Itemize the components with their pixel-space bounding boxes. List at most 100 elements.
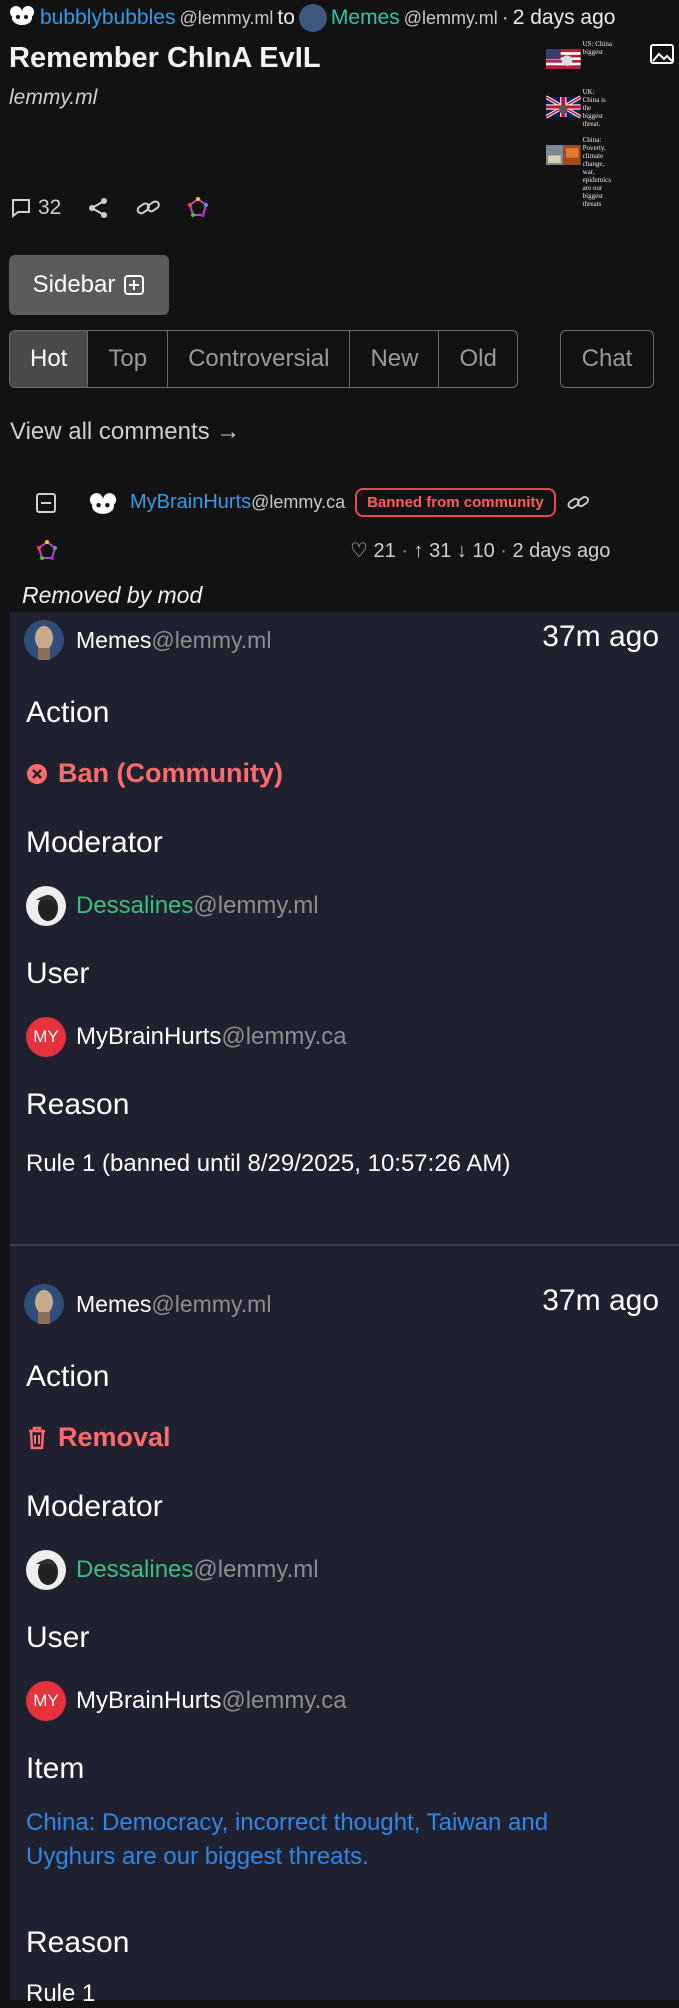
comment-stats-row: ♡ 21 · ↑ 31 ↓ 10 · 2 days ago [36, 538, 679, 566]
action-label: Action [26, 696, 110, 729]
to-word: to [277, 6, 295, 29]
user-instance: @lemmy.ca [221, 1023, 347, 1050]
action-value: Ban (Community) [26, 758, 283, 789]
user-name: MyBrainHurts [76, 1687, 222, 1714]
downvote-icon[interactable]: ↓ [457, 540, 467, 562]
community-name: Memes [76, 1290, 152, 1317]
downvote-count: 10 [472, 540, 495, 562]
thumbnail-panel: UK: China is the biggest threat. [546, 88, 612, 128]
sort-tab-new[interactable]: New [349, 331, 438, 387]
sort-tab-old[interactable]: Old [438, 331, 516, 387]
trash-icon [29, 1426, 45, 1449]
action-value: Removal [26, 1422, 171, 1453]
plus-square-icon [124, 275, 145, 295]
reason-value: Rule 1 (banned until 8/29/2025, 10:57:26… [26, 1150, 511, 1177]
upvote-count: 31 [429, 540, 452, 562]
entry-divider [10, 1244, 679, 1246]
moderator-name: Dessalines [76, 892, 194, 919]
creator-name-link[interactable]: bubblybubbles [40, 6, 175, 30]
sort-tab-top[interactable]: Top [87, 331, 167, 387]
creator-avatar-icon [8, 4, 36, 32]
user-name: MyBrainHurts [76, 1023, 222, 1050]
commenter-instance: @lemmy.ca [251, 492, 346, 512]
user-label: User [26, 957, 90, 990]
action-text: Ban (Community) [58, 758, 283, 788]
moderator-value[interactable]: Dessalines@lemmy.ml [26, 1550, 319, 1590]
commenter-name-link[interactable]: MyBrainHurts [130, 491, 251, 513]
post-actions: 32 [10, 196, 209, 220]
uk-flag-image [546, 95, 581, 119]
modlog-community[interactable]: Memes@lemmy.ml [24, 620, 271, 660]
comment-link-icon[interactable] [566, 492, 590, 514]
ban-icon [27, 763, 47, 784]
modlog-community[interactable]: Memes@lemmy.ml [24, 1284, 271, 1324]
item-link[interactable]: China: Democracy, incorrect thought, Tai… [26, 1806, 626, 1874]
user-avatar: MY [26, 1681, 66, 1721]
user-avatar: MY [26, 1017, 66, 1057]
community-instance: @lemmy.ml [151, 1290, 272, 1317]
user-value[interactable]: MY MyBrainHurts@lemmy.ca [26, 1681, 347, 1721]
post-time: 2 days ago [512, 6, 616, 29]
meta-separator: · [501, 6, 509, 29]
image-icon[interactable] [650, 42, 676, 71]
china-collage-image [546, 145, 581, 165]
user-label: User [26, 1621, 90, 1654]
action-text: Removal [58, 1422, 171, 1452]
comment-icon [12, 199, 30, 219]
thumb-caption-2: UK: China is the biggest threat. [582, 88, 606, 128]
moderator-value[interactable]: Dessalines@lemmy.ml [26, 886, 319, 926]
sort-tabs: Hot Top Controversial New Old [9, 330, 518, 388]
moderator-name: Dessalines [76, 1556, 194, 1583]
sidebar-button-label: Sidebar [32, 271, 116, 298]
modlog-time: 37m ago [542, 1284, 659, 1317]
sort-tab-hot[interactable]: Hot [10, 331, 88, 387]
chat-button[interactable]: Chat [560, 330, 654, 388]
moderator-label: Moderator [26, 1490, 163, 1523]
moderator-avatar-icon [26, 1550, 66, 1590]
thumbnail-panel: US: China biggest [546, 40, 612, 78]
user-instance: @lemmy.ca [221, 1687, 347, 1714]
moderator-instance: @lemmy.ml [193, 1556, 319, 1583]
removed-status: Removed by mod [22, 582, 203, 608]
us-flag-image [546, 49, 581, 69]
community-name-link[interactable]: Memes [331, 6, 400, 30]
meme-avatar-icon [24, 620, 64, 660]
modlog-time: 37m ago [542, 620, 659, 653]
collapse-icon[interactable] [36, 492, 56, 513]
fediverse-icon[interactable] [187, 197, 209, 219]
user-value[interactable]: MY MyBrainHurts@lemmy.ca [26, 1017, 347, 1057]
community-instance: @lemmy.ml [403, 7, 498, 28]
thumbnail-panel: China: Poverty, climate change, war, epi… [546, 136, 612, 208]
reason-value: Rule 1 [26, 1980, 96, 2007]
reason-label: Reason [26, 1088, 130, 1121]
modlog-entry: Memes@lemmy.ml 37m ago Action Ban (Commu… [10, 612, 679, 1242]
comment-header: MyBrainHurts@lemmy.ca Banned from commun… [36, 488, 590, 517]
creator-instance: @lemmy.ml [179, 7, 274, 28]
share-icon[interactable] [87, 197, 109, 219]
view-all-comments-link[interactable]: View all comments → [10, 418, 240, 446]
reason-label: Reason [26, 1926, 130, 1959]
community-instance: @lemmy.ml [151, 626, 272, 653]
sort-tab-controversial[interactable]: Controversial [167, 331, 349, 387]
comment-time: 2 days ago [512, 540, 611, 562]
heart-icon[interactable]: ♡ [350, 540, 368, 562]
upvote-icon[interactable]: ↑ [414, 540, 424, 562]
item-label: Item [26, 1752, 85, 1785]
link-icon[interactable] [135, 197, 161, 219]
meme-avatar-icon [24, 1284, 64, 1324]
moderator-label: Moderator [26, 826, 163, 859]
comments-button[interactable]: 32 [10, 196, 61, 220]
modlog-panel: Memes@lemmy.ml 37m ago Action Ban (Commu… [10, 612, 679, 2007]
like-count: 21 [373, 540, 396, 562]
moderator-avatar-icon [26, 886, 66, 926]
post-domain[interactable]: lemmy.ml [9, 86, 97, 110]
banned-badge: Banned from community [355, 488, 556, 517]
comment-count: 32 [38, 196, 62, 219]
comment-stats: ♡ 21 · ↑ 31 ↓ 10 · 2 days ago [350, 540, 611, 562]
community-name: Memes [76, 626, 152, 653]
comment-fediverse-icon[interactable] [36, 540, 58, 562]
sidebar-toggle-button[interactable]: Sidebar [9, 255, 169, 315]
thumb-caption-3: China: Poverty, climate change, war, epi… [582, 136, 612, 208]
post-title[interactable]: Remember ChInA EvIL [9, 42, 321, 75]
post-meta: bubblybubbles @lemmy.ml to Memes @lemmy.ml… [8, 4, 615, 32]
